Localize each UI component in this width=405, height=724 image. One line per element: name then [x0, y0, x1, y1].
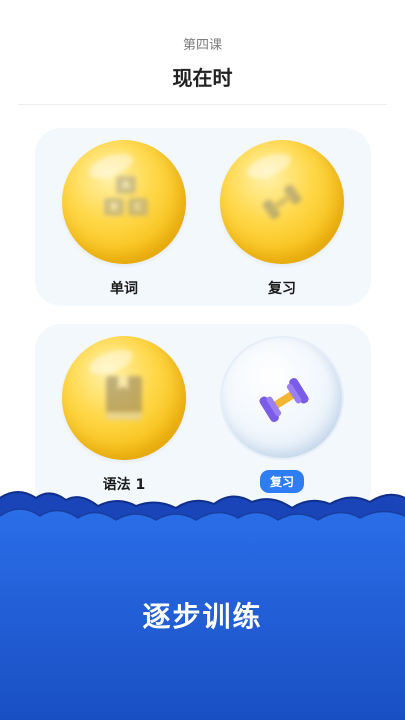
header-divider — [18, 104, 387, 105]
node-grammar-1[interactable]: 语法 1 — [60, 336, 188, 494]
lesson-header: 第四课 现在时 — [0, 0, 405, 105]
vocabulary-ball[interactable]: A B C — [62, 140, 186, 264]
dumbbell-icon — [262, 184, 302, 220]
book-icon — [106, 376, 142, 420]
unit-card-2: 语法 1 复习 — [35, 324, 371, 514]
review-ball-2[interactable] — [220, 336, 344, 460]
grammar-ball[interactable] — [62, 336, 186, 460]
lesson-number: 第四课 — [182, 38, 222, 53]
abc-blocks-icon: A B C — [98, 174, 154, 224]
unit-card-1: A B C 单词 复习 — [35, 128, 371, 306]
node-review-1[interactable]: 复习 — [218, 140, 346, 298]
dumbbell-icon — [259, 377, 309, 423]
review-ball-1[interactable] — [220, 140, 344, 264]
lesson-title: 现在时 — [172, 66, 233, 90]
node-label-review-1: 复习 — [268, 281, 296, 297]
node-review-2[interactable]: 复习 — [218, 336, 346, 493]
node-vocabulary[interactable]: A B C 单词 — [60, 140, 188, 298]
slogan-text: 逐步训练 — [142, 600, 263, 633]
node-label-vocabulary: 单词 — [110, 281, 138, 297]
